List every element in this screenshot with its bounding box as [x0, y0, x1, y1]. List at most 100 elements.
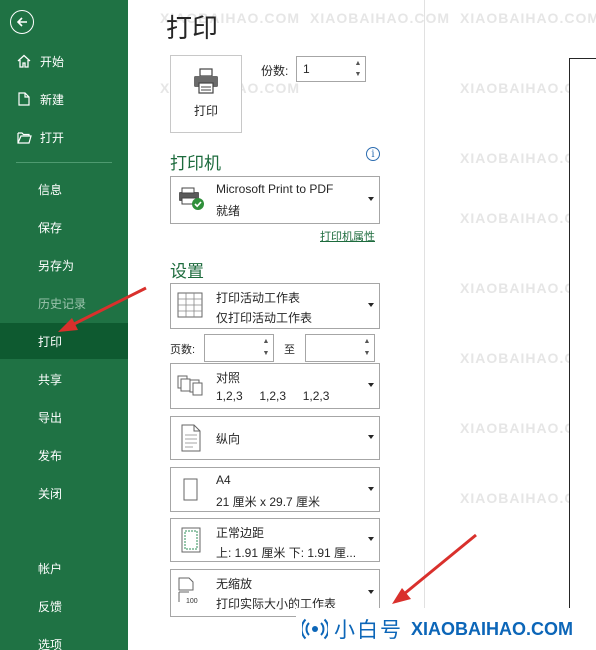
- folder-open-icon: [16, 131, 32, 144]
- print-button[interactable]: 打印: [170, 55, 242, 133]
- nav-item-label: 保存: [38, 220, 63, 235]
- printer-section-title: 打印机: [170, 154, 221, 173]
- pages-to-label: 至: [284, 344, 295, 356]
- preview-divider: [424, 0, 425, 650]
- margins-title: 正常边距: [216, 526, 265, 540]
- nav-item-label: 新建: [40, 92, 65, 107]
- copies-value: 1: [303, 62, 310, 76]
- print-scope-title: 打印活动工作表: [216, 291, 301, 305]
- chevron-down-icon: [368, 486, 374, 491]
- margins-desc: 上: 1.91 厘米 下: 1.91 厘...: [216, 546, 357, 560]
- nav-item-label: 关闭: [38, 486, 63, 501]
- scaling-100-icon: 100: [178, 577, 198, 605]
- annotation-arrow-scaling: [392, 533, 477, 604]
- spin-up-icon[interactable]: ▲: [362, 337, 372, 347]
- nav-item-publish[interactable]: 发布: [0, 437, 128, 473]
- backstage-sidebar: 开始 新建 打开 信息 保存 另存为 历史记录 打印 共享 导出 发布 关闭 帐…: [0, 0, 128, 650]
- info-icon[interactable]: i: [366, 147, 380, 161]
- print-preview-page: [569, 58, 596, 618]
- spin-up-icon[interactable]: ▲: [261, 337, 271, 347]
- margins-select[interactable]: 正常边距 上: 1.91 厘米 下: 1.91 厘...: [170, 518, 380, 562]
- nav-item-print[interactable]: 打印: [0, 323, 128, 359]
- chevron-down-icon: [368, 590, 374, 594]
- nav-item-label: 历史记录: [38, 296, 87, 311]
- back-button[interactable]: [10, 10, 34, 34]
- sidebar-divider: [16, 162, 112, 163]
- paper-size-icon: [183, 478, 198, 501]
- watermark-text: XIAOBAIHAO.COM: [460, 10, 596, 26]
- brand-watermark: 小白号 XIAOBAIHAO.COM: [296, 608, 596, 650]
- paper-size-desc: 21 厘米 x 29.7 厘米: [216, 495, 321, 509]
- nav-item-label: 信息: [38, 182, 63, 197]
- chevron-down-icon: [368, 303, 374, 307]
- spin-down-icon[interactable]: ▼: [362, 349, 372, 359]
- orientation-select[interactable]: 纵向: [170, 416, 380, 460]
- collate-icon: [177, 375, 203, 396]
- nav-item-label: 帐户: [38, 561, 63, 576]
- nav-item-open[interactable]: 打开: [0, 119, 128, 155]
- copies-label: 份数:: [261, 64, 289, 78]
- collate-desc: 1,2,3 1,2,3 1,2,3: [216, 389, 330, 403]
- paper-size-select[interactable]: A4 21 厘米 x 29.7 厘米: [170, 467, 380, 512]
- nav-item-label: 打开: [40, 130, 65, 145]
- chevron-down-icon: [368, 383, 374, 387]
- pages-to-input[interactable]: ▲ ▼: [305, 334, 375, 362]
- nav-item-new[interactable]: 新建: [0, 81, 128, 117]
- nav-item-label: 发布: [38, 448, 63, 463]
- nav-item-save[interactable]: 保存: [0, 209, 128, 245]
- nav-item-close[interactable]: 关闭: [0, 475, 128, 511]
- printer-properties-link[interactable]: 打印机属性: [320, 228, 375, 244]
- pages-label: 页数:: [170, 344, 196, 356]
- nav-item-export[interactable]: 导出: [0, 399, 128, 435]
- nav-item-share[interactable]: 共享: [0, 361, 128, 397]
- page-title: 打印: [166, 13, 219, 43]
- printer-select[interactable]: Microsoft Print to PDF 就绪: [170, 176, 380, 224]
- brand-url: XIAOBAIHAO.COM: [411, 618, 573, 639]
- chevron-down-icon: [368, 435, 374, 439]
- scaling-title: 无缩放: [216, 577, 253, 591]
- nav-item-options[interactable]: 选项: [0, 626, 128, 650]
- printer-icon: [194, 68, 218, 94]
- brand-name: 小白号: [334, 619, 403, 642]
- print-scope-select[interactable]: 打印活动工作表 仅打印活动工作表: [170, 283, 380, 329]
- watermark-text: XIAOBAIHAO.COM: [310, 10, 450, 26]
- nav-item-label: 选项: [38, 637, 63, 650]
- nav-item-feedback[interactable]: 反馈: [0, 588, 128, 624]
- collate-title: 对照: [216, 371, 241, 385]
- back-arrow-icon: [16, 17, 27, 27]
- paper-size-title: A4: [216, 473, 231, 487]
- nav-item-label: 共享: [38, 372, 63, 387]
- margins-icon: [181, 527, 201, 553]
- printer-name: Microsoft Print to PDF: [216, 182, 334, 196]
- nav-item-info[interactable]: 信息: [0, 171, 128, 207]
- chevron-down-icon: [368, 537, 374, 541]
- print-scope-desc: 仅打印活动工作表: [216, 311, 313, 325]
- copies-input[interactable]: 1 ▲ ▼: [296, 56, 366, 82]
- nav-item-history[interactable]: 历史记录: [0, 285, 128, 321]
- nav-item-label: 开始: [40, 54, 65, 69]
- signal-icon: [302, 618, 328, 640]
- new-file-icon: [16, 92, 32, 106]
- pages-from-input[interactable]: ▲ ▼: [204, 334, 274, 362]
- collate-select[interactable]: 对照 1,2,3 1,2,3 1,2,3: [170, 363, 380, 409]
- home-icon: [16, 54, 32, 68]
- spin-up-icon[interactable]: ▲: [353, 59, 363, 69]
- nav-item-home[interactable]: 开始: [0, 43, 128, 79]
- settings-section-title: 设置: [170, 262, 204, 281]
- nav-item-label: 打印: [38, 334, 63, 349]
- orientation-title: 纵向: [216, 432, 241, 446]
- nav-item-label: 另存为: [38, 258, 75, 273]
- spin-down-icon[interactable]: ▼: [261, 349, 271, 359]
- nav-item-label: 反馈: [38, 599, 63, 614]
- nav-item-save-as[interactable]: 另存为: [0, 247, 128, 283]
- print-button-label: 打印: [193, 104, 218, 118]
- portrait-page-icon: [181, 424, 201, 452]
- chevron-down-icon: [368, 197, 374, 201]
- printer-ready-icon: [179, 187, 204, 210]
- svg-text:100: 100: [186, 598, 198, 605]
- nav-item-account[interactable]: 帐户: [0, 550, 128, 586]
- nav-item-label: 导出: [38, 410, 63, 425]
- sheet-grid-icon: [177, 292, 203, 318]
- spin-down-icon[interactable]: ▼: [353, 70, 363, 80]
- printer-status: 就绪: [216, 204, 241, 218]
